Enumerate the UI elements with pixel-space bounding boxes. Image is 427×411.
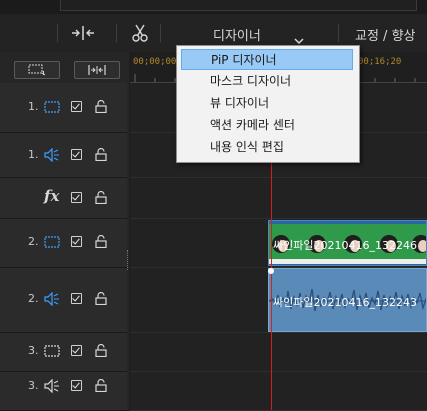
track-enable-checkbox[interactable] xyxy=(71,149,82,160)
toolbar-separator xyxy=(116,24,117,42)
audio-clip-name: 싸인파일20210416_132243 xyxy=(273,296,417,309)
menu-item-mask-designer[interactable]: 마스크 디자이너 xyxy=(181,71,353,92)
fit-timeline-button[interactable] xyxy=(74,61,120,79)
track-enable-checkbox[interactable] xyxy=(71,236,82,247)
track-number: 2. xyxy=(28,292,39,305)
track-enable-checkbox[interactable] xyxy=(71,293,82,304)
track-header-audio-2: 2. xyxy=(0,268,127,333)
speaker-icon xyxy=(44,379,59,393)
track-manager-button[interactable] xyxy=(14,61,60,79)
video-track-icon xyxy=(44,101,60,113)
unlock-icon[interactable] xyxy=(95,191,107,204)
unlock-icon[interactable] xyxy=(95,100,107,113)
video-clip-name: 싸인파일20210416_132246 xyxy=(273,239,417,252)
unlock-icon[interactable] xyxy=(95,379,107,392)
track-enable-checkbox[interactable] xyxy=(71,380,82,391)
panel-splitter[interactable] xyxy=(127,250,130,270)
speaker-icon xyxy=(44,292,59,306)
fx-icon: fx xyxy=(44,187,60,205)
designer-menu: PiP 디자이너 마스크 디자이너 뷰 디자이너 액션 카메라 센터 내용 인식… xyxy=(176,45,360,163)
track-enable-checkbox[interactable] xyxy=(71,101,82,112)
unlock-icon[interactable] xyxy=(95,235,107,248)
track-header-audio-3: 3. xyxy=(0,372,127,411)
fit-to-window-icon xyxy=(88,65,106,75)
unlock-icon[interactable] xyxy=(95,344,107,357)
toolbar-separator xyxy=(57,24,58,42)
video-track-icon xyxy=(44,345,60,357)
track-header-video-3: 3. xyxy=(0,333,127,372)
speaker-icon xyxy=(44,148,59,162)
unlock-icon[interactable] xyxy=(95,148,107,161)
menu-item-action-camera-center[interactable]: 액션 카메라 센터 xyxy=(181,115,353,136)
top-strip xyxy=(0,0,427,14)
track-header-audio-1: 1. xyxy=(0,133,127,178)
toolbar-separator xyxy=(338,24,339,42)
split-icon[interactable] xyxy=(70,25,96,41)
menu-item-content-aware-editing[interactable]: 내용 인식 편집 xyxy=(181,137,353,158)
menu-item-pip-designer[interactable]: PiP 디자이너 xyxy=(181,49,353,70)
track-lane[interactable] xyxy=(130,372,427,411)
video-clip[interactable]: 싸인파일20210416_132246 xyxy=(268,220,427,266)
track-number: 3. xyxy=(28,379,39,392)
track-manager-icon xyxy=(28,64,46,76)
scissors-icon[interactable] xyxy=(131,24,149,42)
video-track-icon xyxy=(44,236,60,248)
designer-dropdown-label[interactable]: 디자이너 xyxy=(213,25,261,44)
audio-clip[interactable]: 싸인파일20210416_132243 xyxy=(268,268,427,332)
track-header-video-2: 2. xyxy=(0,219,127,268)
top-field[interactable] xyxy=(60,0,417,11)
track-enable-checkbox[interactable] xyxy=(71,345,82,356)
track-number: 1. xyxy=(28,100,39,113)
track-header-video-1: 1. xyxy=(0,83,127,133)
track-number: 2. xyxy=(28,235,39,248)
track-number: 1. xyxy=(28,148,39,161)
chevron-down-icon[interactable] xyxy=(294,30,304,45)
unlock-icon[interactable] xyxy=(95,292,107,305)
track-enable-checkbox[interactable] xyxy=(71,192,82,203)
track-lane[interactable] xyxy=(130,178,427,219)
track-lane[interactable] xyxy=(130,333,427,372)
toolbar-separator xyxy=(160,24,161,42)
track-header-fx: fx xyxy=(0,178,127,219)
track-number: 3. xyxy=(28,344,39,357)
clip-keyframe-handle[interactable] xyxy=(268,268,274,274)
fix-enhance-button[interactable]: 교정 / 향상 xyxy=(355,25,416,44)
menu-item-view-designer[interactable]: 뷰 디자이너 xyxy=(181,93,353,114)
